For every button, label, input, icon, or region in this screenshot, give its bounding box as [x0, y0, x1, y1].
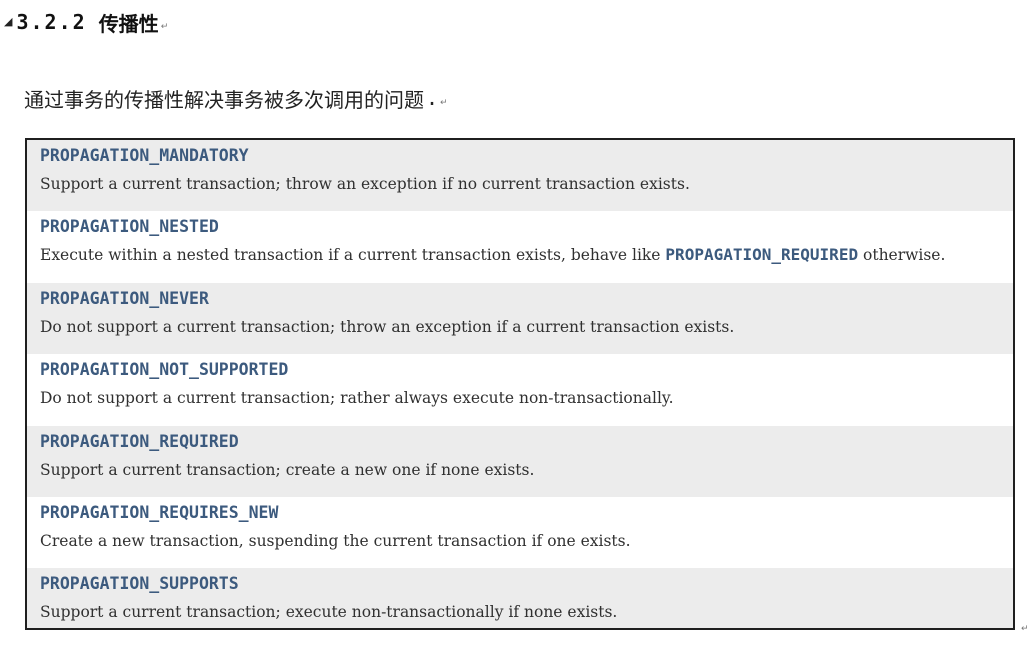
table-row: PROPAGATION_SUPPORTS Support a current t… — [27, 568, 1013, 628]
propagation-description: Support a current transaction; create a … — [40, 460, 535, 479]
propagation-description: Support a current transaction; execute n… — [40, 603, 618, 622]
propagation-table: PROPAGATION_MANDATORY Support a current … — [25, 138, 1015, 630]
propagation-constant: PROPAGATION_REQUIRES_NEW — [40, 502, 279, 522]
description-text: otherwise. — [858, 246, 946, 265]
collapse-triangle-icon[interactable]: ◢ — [4, 15, 12, 28]
propagation-description: Execute within a nested transaction if a… — [40, 245, 1013, 265]
propagation-description: Do not support a current transaction; th… — [40, 317, 735, 336]
table-row: PROPAGATION_NEVER Do not support a curre… — [27, 282, 1013, 355]
section-title: 传播性 — [98, 11, 159, 36]
propagation-constant: PROPAGATION_REQUIRED — [40, 431, 239, 451]
paragraph-mark-icon: ↵ — [160, 22, 169, 32]
section-heading: ◢ 3.2.2 传播性 ↵ — [4, 6, 168, 38]
table-row: PROPAGATION_MANDATORY Support a current … — [27, 140, 1013, 212]
paragraph-mark-icon: ↵ — [440, 98, 448, 108]
propagation-constant: PROPAGATION_SUPPORTS — [40, 574, 239, 594]
propagation-constant: PROPAGATION_NESTED — [40, 217, 219, 237]
table-row: PROPAGATION_NOT_SUPPORTED Do not support… — [27, 354, 1013, 426]
table-row: PROPAGATION_REQUIRED Support a current t… — [27, 425, 1013, 497]
intro-text: 通过事务的传播性解决事务被多次调用的问题 — [24, 87, 424, 112]
intro-period: . — [426, 86, 439, 110]
table-row: PROPAGATION_NESTED Execute within a nest… — [27, 211, 1013, 283]
paragraph-mark-icon: ↵ — [1021, 624, 1029, 634]
propagation-description: Create a new transaction, suspending the… — [40, 531, 631, 550]
propagation-constant: PROPAGATION_NEVER — [40, 288, 209, 308]
propagation-description: Do not support a current transaction; ra… — [40, 389, 674, 408]
inline-constant-reference: PROPAGATION_REQUIRED — [665, 245, 859, 265]
propagation-constant: PROPAGATION_NOT_SUPPORTED — [40, 360, 289, 380]
intro-paragraph: 通过事务的传播性解决事务被多次调用的问题 . ↵ — [24, 82, 448, 114]
propagation-description: Support a current transaction; throw an … — [40, 175, 690, 193]
description-text: Execute within a nested transaction if a… — [40, 246, 666, 265]
table-row: PROPAGATION_REQUIRES_NEW Create a new tr… — [27, 496, 1013, 569]
propagation-constant: PROPAGATION_MANDATORY — [40, 146, 249, 165]
section-number: 3.2.2 — [16, 10, 87, 34]
